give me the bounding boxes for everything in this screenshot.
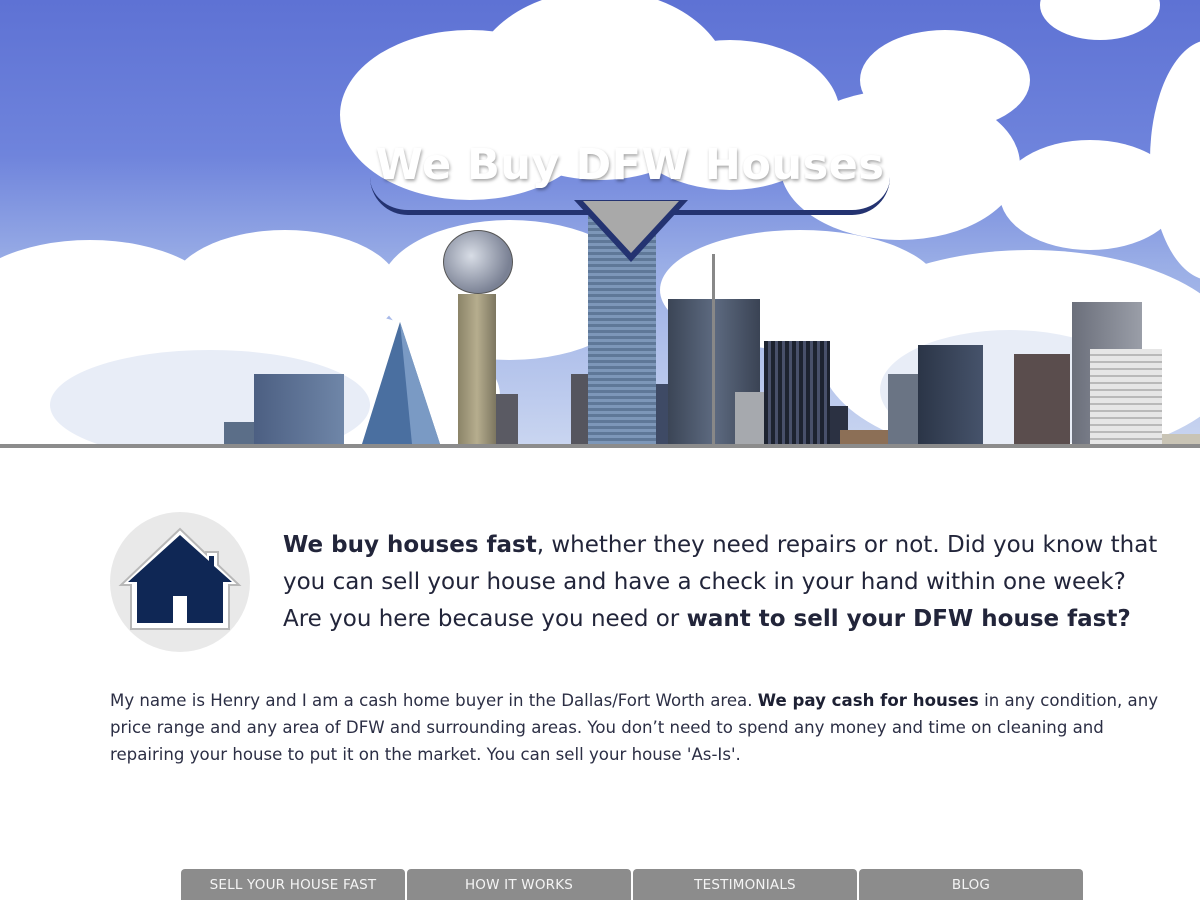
intro-lead: We buy houses fast, whether they need re… [283,527,1163,638]
page-title: We Buy DFW Houses [375,140,885,190]
body-text-1: My name is Henry and I am a cash home bu… [110,691,758,710]
building [496,394,518,444]
intro-body: My name is Henry and I am a cash home bu… [110,687,1170,768]
lead-highlight: We buy houses fast [283,532,537,558]
building [571,374,589,444]
building [1090,349,1162,444]
hero-divider [0,444,1200,448]
building [918,345,983,444]
main-nav: SELL YOUR HOUSE FAST HOW IT WORKS TESTIM… [181,869,1085,900]
body-highlight: We pay cash for houses [757,691,979,710]
nav-testimonials[interactable]: TESTIMONIALS [633,869,857,900]
nav-how-it-works[interactable]: HOW IT WORKS [407,869,631,900]
pyramid-building [362,322,440,444]
tower-shaft [458,294,496,444]
banner-arrow-fill [583,201,679,253]
building [1014,354,1070,444]
nav-blog[interactable]: BLOG [859,869,1083,900]
antenna [712,254,715,444]
cloud [1040,0,1160,40]
building [888,374,918,444]
lead-highlight-2: want to sell your DFW house fast? [686,606,1131,632]
nav-sell-your-house-fast[interactable]: SELL YOUR HOUSE FAST [181,869,405,900]
building [224,422,256,444]
building [1162,434,1200,444]
cloud [860,30,1030,130]
house-icon [118,527,242,630]
house-badge [110,512,250,652]
building [764,341,830,444]
tower-sphere [443,230,513,294]
building [254,374,344,444]
